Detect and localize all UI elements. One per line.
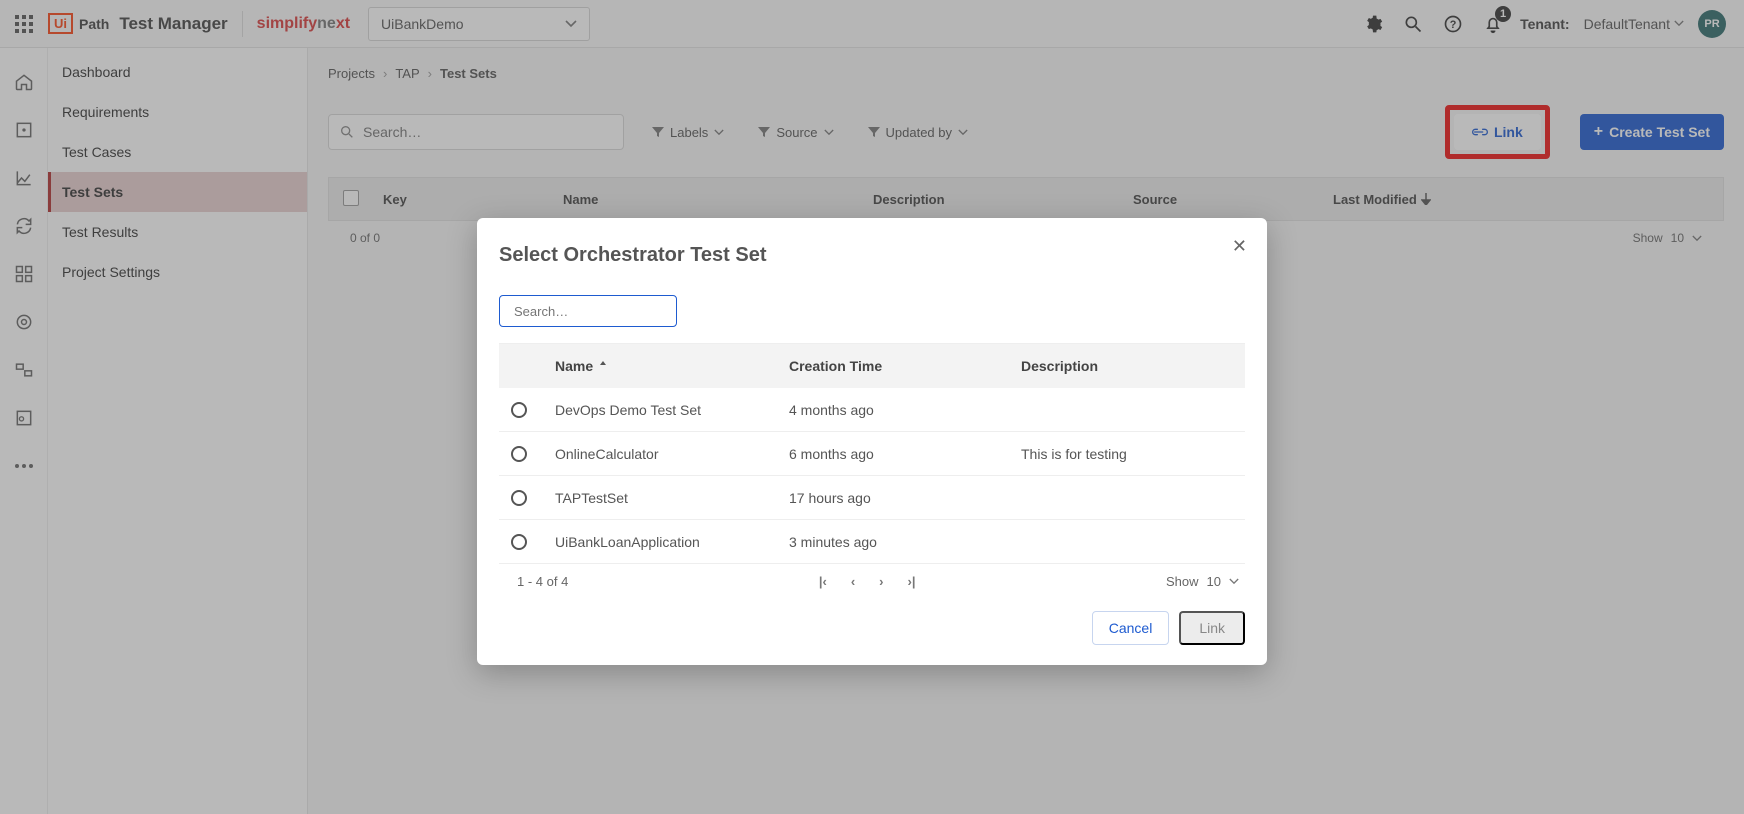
modal-page-size-selector[interactable]: Show 10 xyxy=(1166,574,1239,589)
modal-search-wrapper[interactable] xyxy=(499,295,677,327)
modal-title: Select Orchestrator Test Set xyxy=(499,244,1245,267)
close-icon[interactable]: ✕ xyxy=(1232,236,1247,257)
modal-row[interactable]: OnlineCalculator 6 months ago This is fo… xyxy=(499,432,1245,476)
modal-column-description[interactable]: Description xyxy=(1021,358,1245,374)
modal-column-creation-time[interactable]: Creation Time xyxy=(789,358,1021,374)
sort-up-icon xyxy=(599,361,607,371)
modal-actions: Cancel Link xyxy=(499,611,1245,645)
pager-prev-icon[interactable]: ‹ xyxy=(851,574,855,589)
modal-column-name[interactable]: Name xyxy=(555,358,789,374)
select-radio[interactable] xyxy=(511,490,527,506)
modal-pagination: 1 - 4 of 4 |‹ ‹ › ›| Show 10 xyxy=(499,564,1245,589)
modal-show-label: Show xyxy=(1166,574,1199,589)
pager-range-text: 1 - 4 of 4 xyxy=(517,574,568,589)
modal-row[interactable]: UiBankLoanApplication 3 minutes ago xyxy=(499,520,1245,564)
select-radio[interactable] xyxy=(511,402,527,418)
pager-next-icon[interactable]: › xyxy=(879,574,883,589)
modal-cell-creation-time: 3 minutes ago xyxy=(789,534,1021,550)
link-confirm-button[interactable]: Link xyxy=(1179,611,1245,645)
modal-table: Name Creation Time Description DevOps De… xyxy=(499,343,1245,564)
modal-show-value: 10 xyxy=(1207,574,1221,589)
modal-table-header: Name Creation Time Description xyxy=(499,344,1245,388)
pager-last-icon[interactable]: ›| xyxy=(908,574,916,589)
modal-cell-description: This is for testing xyxy=(1021,446,1245,462)
modal-cell-name: UiBankLoanApplication xyxy=(555,534,789,550)
select-orchestrator-test-set-modal: ✕ Select Orchestrator Test Set Name Crea… xyxy=(477,218,1267,665)
modal-cell-creation-time: 17 hours ago xyxy=(789,490,1021,506)
chevron-down-icon xyxy=(1229,578,1239,585)
modal-cell-name: DevOps Demo Test Set xyxy=(555,402,789,418)
modal-cell-name: TAPTestSet xyxy=(555,490,789,506)
select-radio[interactable] xyxy=(511,446,527,462)
modal-search-input[interactable] xyxy=(514,304,690,319)
modal-row[interactable]: TAPTestSet 17 hours ago xyxy=(499,476,1245,520)
modal-row[interactable]: DevOps Demo Test Set 4 months ago xyxy=(499,388,1245,432)
modal-cell-creation-time: 4 months ago xyxy=(789,402,1021,418)
modal-cell-creation-time: 6 months ago xyxy=(789,446,1021,462)
cancel-button[interactable]: Cancel xyxy=(1092,611,1170,645)
modal-cell-name: OnlineCalculator xyxy=(555,446,789,462)
pager-first-icon[interactable]: |‹ xyxy=(819,574,827,589)
select-radio[interactable] xyxy=(511,534,527,550)
